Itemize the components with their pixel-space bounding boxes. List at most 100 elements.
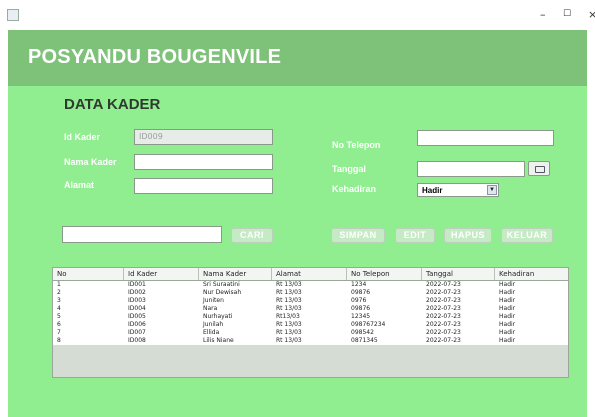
table-row[interactable]: 3 ID003 Juniten Rt 13/03 0976 2022-07-23 Hadir	[53, 297, 568, 305]
kader-table[interactable]: No Id Kader Nama Kader Alamat No Telepon…	[52, 267, 569, 378]
table-row[interactable]: 6 ID006 Junilah Rt 13/03 098767234 2022-07-23…	[53, 321, 568, 329]
cell-nama-kader: Lilis Niane	[203, 337, 234, 344]
no-telepon-label: No Telepon	[332, 140, 381, 150]
nama-kader-field[interactable]	[134, 154, 273, 170]
column-header-no-telepon[interactable]: No Telepon	[347, 268, 422, 280]
cell-alamat: Rt 13/03	[276, 281, 302, 288]
cell-id-kader: ID002	[128, 289, 146, 296]
cell-kehadiran: Hadir	[499, 337, 516, 344]
cell-id-kader: ID007	[128, 329, 146, 336]
cell-tanggal: 2022-07-23	[426, 281, 461, 288]
cell-no: 4	[57, 305, 61, 312]
cell-alamat: Rt 13/03	[276, 321, 302, 328]
cell-kehadiran: Hadir	[499, 313, 516, 320]
tanggal-label: Tanggal	[332, 164, 366, 174]
maximize-button[interactable]: ☐	[563, 9, 571, 19]
cell-no-telepon: 0976	[351, 297, 367, 304]
cell-no-telepon: 12345	[351, 313, 371, 320]
cell-tanggal: 2022-07-23	[426, 337, 461, 344]
calendar-icon	[535, 166, 545, 173]
cell-kehadiran: Hadir	[499, 281, 516, 288]
cell-no-telepon: 098542	[351, 329, 374, 336]
cell-no: 7	[57, 329, 61, 336]
id-kader-field: ID009	[134, 129, 273, 145]
cell-kehadiran: Hadir	[499, 329, 516, 336]
alamat-label: Alamat	[64, 180, 95, 190]
nama-kader-label: Nama Kader	[64, 157, 117, 167]
table-row[interactable]: 2 ID002 Nur Dewisah Rt 13/03 09876 2022-07-23…	[53, 289, 568, 297]
cell-alamat: Rt 13/03	[276, 329, 302, 336]
window-titlebar: – ☐ ×	[0, 0, 595, 30]
cell-tanggal: 2022-07-23	[426, 305, 461, 312]
alamat-field[interactable]	[134, 178, 273, 194]
hapus-button[interactable]: HAPUS	[444, 228, 492, 243]
table-row[interactable]: 5 ID005 Nurhayati Rt13/03 12345 2022-07-23 Had…	[53, 313, 568, 321]
table-row[interactable]: 4 ID004 Nara Rt 13/03 09876 2022-07-23 Hadir	[53, 305, 568, 313]
cell-alamat: Rt 13/03	[276, 305, 302, 312]
cell-tanggal: 2022-07-23	[426, 297, 461, 304]
table-header: No Id Kader Nama Kader Alamat No Telepon…	[53, 268, 568, 281]
cell-tanggal: 2022-07-23	[426, 321, 461, 328]
column-header-alamat[interactable]: Alamat	[272, 268, 347, 280]
cell-no-telepon: 09876	[351, 289, 371, 296]
table-row[interactable]: 8 ID008 Lilis Niane Rt 13/03 0871345 2022-07-…	[53, 337, 568, 345]
cell-tanggal: 2022-07-23	[426, 289, 461, 296]
cell-tanggal: 2022-07-23	[426, 329, 461, 336]
column-header-nama-kader[interactable]: Nama Kader	[199, 268, 272, 280]
cell-kehadiran: Hadir	[499, 289, 516, 296]
close-button[interactable]: ×	[588, 8, 595, 21]
cell-kehadiran: Hadir	[499, 305, 516, 312]
cell-id-kader: ID003	[128, 297, 146, 304]
cell-nama-kader: Nurhayati	[203, 313, 233, 320]
cell-no: 8	[57, 337, 61, 344]
cell-nama-kader: Sri Suraatini	[203, 281, 240, 288]
cell-kehadiran: Hadir	[499, 297, 516, 304]
column-header-no[interactable]: No	[53, 268, 124, 280]
cell-tanggal: 2022-07-23	[426, 313, 461, 320]
search-input[interactable]	[62, 226, 222, 243]
cell-id-kader: ID006	[128, 321, 146, 328]
table-body: 1 ID001 Sri Suraatini Rt 13/03 1234 2022-07-2…	[53, 281, 568, 345]
cell-id-kader: ID005	[128, 313, 146, 320]
cell-alamat: Rt 13/03	[276, 289, 302, 296]
cell-nama-kader: Ellida	[203, 329, 220, 336]
cell-alamat: Rt13/03	[276, 313, 300, 320]
cell-no: 2	[57, 289, 61, 296]
kehadiran-select[interactable]: Hadir ▼	[417, 183, 499, 197]
cell-alamat: Rt 13/03	[276, 337, 302, 344]
column-header-tanggal[interactable]: Tanggal	[422, 268, 495, 280]
app-icon	[7, 9, 19, 21]
cell-no-telepon: 098767234	[351, 321, 386, 328]
column-header-kehadiran[interactable]: Kehadiran	[495, 268, 568, 280]
keluar-button[interactable]: KELUAR	[501, 228, 553, 243]
simpan-button[interactable]: SIMPAN	[331, 228, 385, 243]
cell-kehadiran: Hadir	[499, 321, 516, 328]
kehadiran-label: Kehadiran	[332, 184, 377, 194]
edit-button[interactable]: EDIT	[395, 228, 435, 243]
app-title: POSYANDU BOUGENVILE	[28, 46, 282, 68]
cell-id-kader: ID004	[128, 305, 146, 312]
cell-no-telepon: 09876	[351, 305, 371, 312]
cell-nama-kader: Nur Dewisah	[203, 289, 242, 296]
cell-no: 1	[57, 281, 61, 288]
section-title: DATA KADER	[64, 96, 161, 113]
table-row[interactable]: 7 ID007 Ellida Rt 13/03 098542 2022-07-23 Hadi…	[53, 329, 568, 337]
minimize-button[interactable]: –	[540, 8, 546, 21]
column-header-id-kader[interactable]: Id Kader	[124, 268, 199, 280]
cell-nama-kader: Junilah	[203, 321, 224, 328]
cell-nama-kader: Nara	[203, 305, 218, 312]
cari-button[interactable]: CARI	[231, 228, 273, 243]
chevron-down-icon[interactable]: ▼	[487, 185, 497, 195]
cell-no: 5	[57, 313, 61, 320]
cell-no: 6	[57, 321, 61, 328]
cell-id-kader: ID008	[128, 337, 146, 344]
cell-nama-kader: Juniten	[203, 297, 224, 304]
kehadiran-selected: Hadir	[422, 186, 443, 195]
date-picker-button[interactable]	[528, 161, 550, 176]
cell-no: 3	[57, 297, 61, 304]
id-kader-label: Id Kader	[64, 132, 101, 142]
tanggal-field[interactable]	[417, 161, 525, 177]
no-telepon-field[interactable]	[417, 130, 554, 146]
table-row[interactable]: 1 ID001 Sri Suraatini Rt 13/03 1234 2022-07-2…	[53, 281, 568, 289]
cell-no-telepon: 0871345	[351, 337, 378, 344]
